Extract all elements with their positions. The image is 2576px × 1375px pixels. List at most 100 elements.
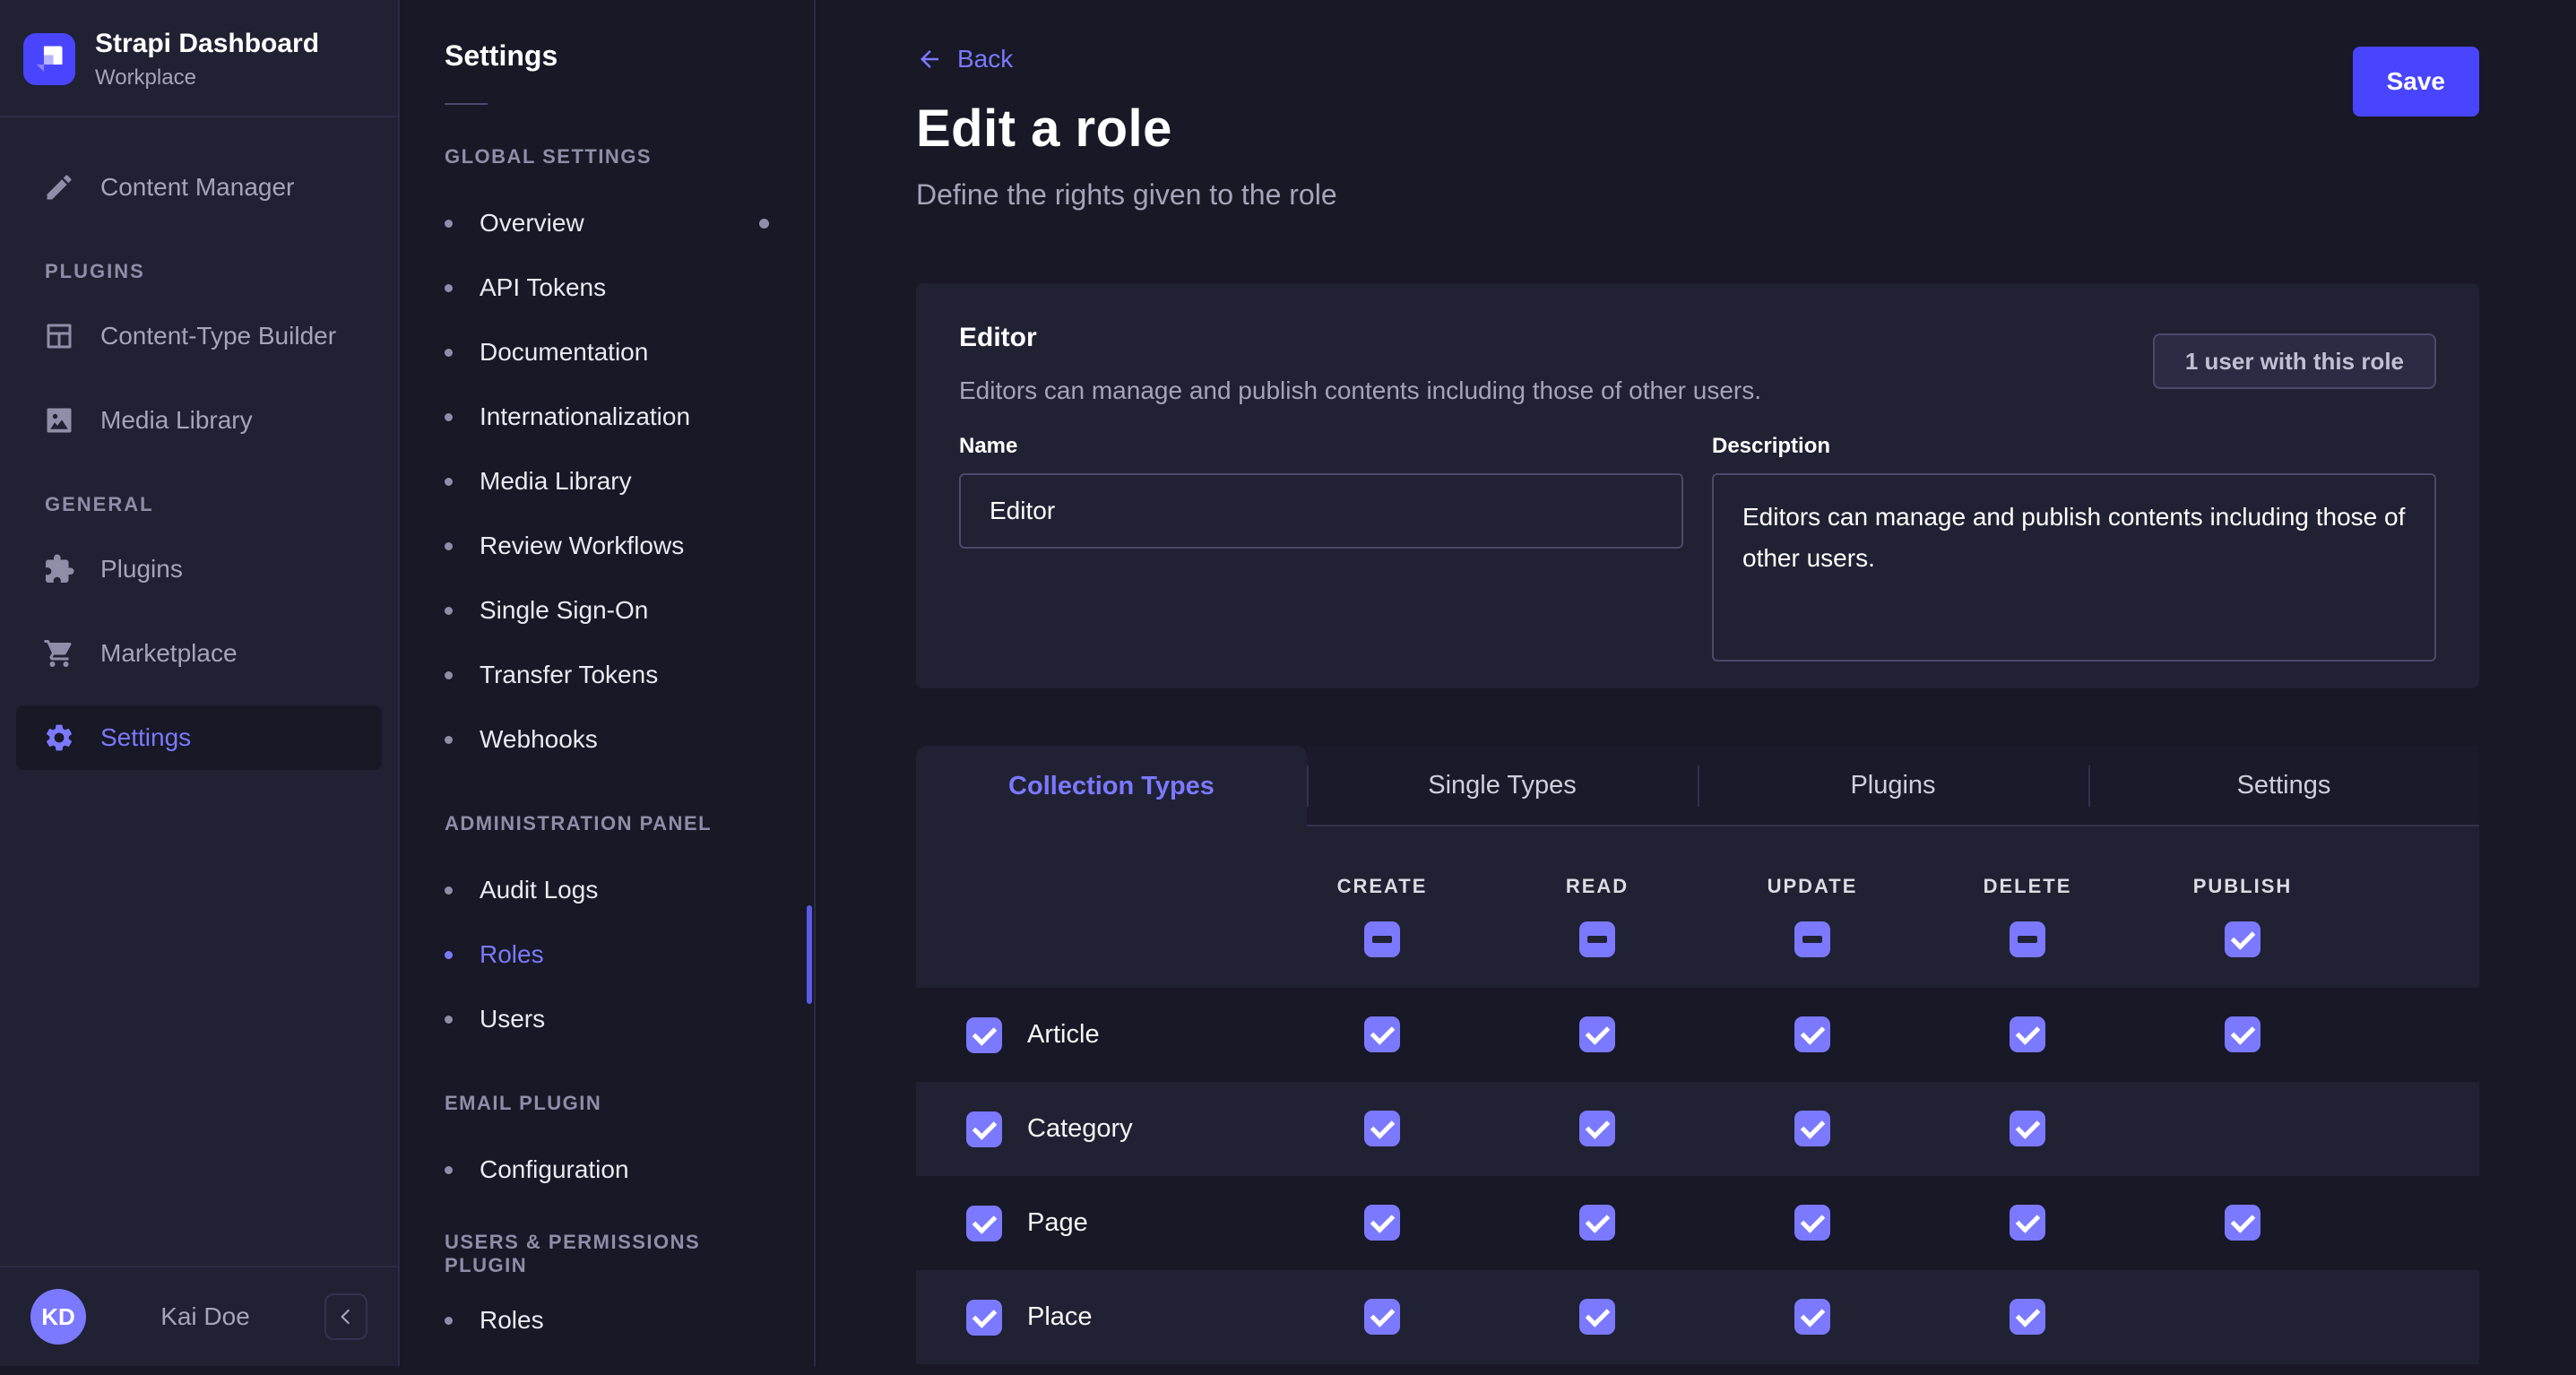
- permission-checkbox-page-delete[interactable]: [2010, 1205, 2045, 1241]
- tab-label: Settings: [2237, 771, 2331, 800]
- column-header-read: READ: [1566, 875, 1629, 898]
- permissions-table-header: CREATEREADUPDATEDELETEPUBLISH: [916, 826, 2479, 988]
- permission-checkbox-article-delete[interactable]: [2010, 1016, 2045, 1052]
- subnav-item-label: Users: [480, 1005, 545, 1033]
- tab-label: Collection Types: [1008, 772, 1215, 801]
- subnav-item-global-settings-review-workflows[interactable]: Review Workflows: [400, 514, 814, 578]
- back-label: Back: [957, 45, 1013, 74]
- subnav-title: Settings: [400, 0, 814, 73]
- name-field-label: Name: [959, 434, 1683, 459]
- subnav-item-label: API Tokens: [480, 273, 606, 302]
- sidebar-collapse-button[interactable]: [324, 1293, 367, 1340]
- permission-checkbox-category-update[interactable]: [1794, 1111, 1830, 1146]
- tab-settings[interactable]: Settings: [2088, 746, 2479, 826]
- master-checkbox-publish[interactable]: [2225, 921, 2260, 957]
- permission-checkbox-place-delete[interactable]: [2010, 1299, 2045, 1335]
- main-content: Back Edit a role Define the rights given…: [816, 0, 2576, 1366]
- permission-checkbox-article-read[interactable]: [1579, 1016, 1615, 1052]
- bullet-icon: [445, 671, 453, 679]
- permission-checkbox-category-read[interactable]: [1579, 1111, 1615, 1146]
- bullet-icon: [445, 951, 453, 959]
- subnav-item-email-plugin-configuration[interactable]: Configuration: [400, 1137, 814, 1202]
- avatar[interactable]: KD: [30, 1289, 86, 1345]
- subnav-item-global-settings-single-sign-on[interactable]: Single Sign-On: [400, 578, 814, 643]
- nav-section-header-general: GENERAL: [16, 492, 382, 517]
- subnav-item-global-settings-webhooks[interactable]: Webhooks: [400, 707, 814, 772]
- master-checkbox-update[interactable]: [1794, 921, 1830, 957]
- subnav-item-global-settings-overview[interactable]: Overview: [400, 191, 814, 255]
- sidebar-item-content-type-builder[interactable]: Content-Type Builder: [16, 304, 382, 368]
- subnav-item-administration-panel-roles[interactable]: Roles: [400, 922, 814, 987]
- sidebar-item-plugins[interactable]: Plugins: [16, 537, 382, 601]
- sidebar-item-label: Content Manager: [100, 173, 294, 202]
- subnav-item-global-settings-media-library[interactable]: Media Library: [400, 449, 814, 514]
- content-type-builder-icon: [43, 320, 75, 352]
- description-textarea[interactable]: [1712, 473, 2436, 662]
- content-manager-icon: [43, 171, 75, 203]
- subnav-item-label: Media Library: [480, 467, 632, 496]
- permission-checkbox-place-create[interactable]: [1364, 1299, 1400, 1335]
- master-checkbox-read[interactable]: [1579, 921, 1615, 957]
- settings-subnav: Settings GLOBAL SETTINGSOverviewAPI Toke…: [400, 0, 816, 1366]
- subnav-item-label: Roles: [480, 1306, 544, 1335]
- subnav-item-administration-panel-users[interactable]: Users: [400, 987, 814, 1051]
- subnav-list-global-settings: Overview API Tokens DocumentationInternati…: [400, 191, 814, 772]
- column-header-publish: PUBLISH: [2193, 875, 2293, 898]
- permission-checkbox-article-publish[interactable]: [2225, 1016, 2260, 1052]
- bullet-icon: [445, 478, 453, 486]
- master-checkbox-create[interactable]: [1364, 921, 1400, 957]
- permission-checkbox-page-publish[interactable]: [2225, 1205, 2260, 1241]
- permission-checkbox-article-update[interactable]: [1794, 1016, 1830, 1052]
- row-checkbox-category[interactable]: [966, 1111, 1002, 1147]
- subnav-item-users-permissions-plugin-roles[interactable]: Roles: [400, 1288, 814, 1353]
- strapi-logo-icon: [23, 33, 75, 85]
- page-title: Edit a role: [916, 99, 2479, 159]
- subnav-item-global-settings-transfer-tokens[interactable]: Transfer Tokens: [400, 643, 814, 707]
- permission-checkbox-page-read[interactable]: [1579, 1205, 1615, 1241]
- permission-checkbox-category-delete[interactable]: [2010, 1111, 2045, 1146]
- tab-collection-types[interactable]: Collection Types: [916, 746, 1307, 826]
- row-checkbox-article[interactable]: [966, 1017, 1002, 1053]
- permission-checkbox-page-create[interactable]: [1364, 1205, 1400, 1241]
- permission-checkbox-place-read[interactable]: [1579, 1299, 1615, 1335]
- settings-icon: [43, 722, 75, 754]
- table-row-page: Page: [916, 1176, 2479, 1270]
- permission-checkbox-place-update[interactable]: [1794, 1299, 1830, 1335]
- name-input[interactable]: [959, 473, 1683, 549]
- users-with-role-button[interactable]: 1 user with this role: [2153, 333, 2436, 389]
- sidebar-item-media-library[interactable]: Media Library: [16, 388, 382, 453]
- row-checkbox-page[interactable]: [966, 1206, 1002, 1241]
- tab-single-types[interactable]: Single Types: [1307, 746, 1698, 826]
- back-link[interactable]: Back: [916, 43, 1013, 75]
- row-checkbox-place[interactable]: [966, 1300, 1002, 1336]
- subnav-item-administration-panel-audit-logs[interactable]: Audit Logs: [400, 858, 814, 922]
- arrow-left-icon: [916, 46, 943, 73]
- tab-plugins[interactable]: Plugins: [1698, 746, 2088, 826]
- sidebar-item-marketplace[interactable]: Marketplace: [16, 621, 382, 686]
- row-label-place: Place: [1027, 1302, 1093, 1332]
- sidebar-item-settings[interactable]: Settings: [16, 705, 382, 770]
- tab-label: Single Types: [1428, 771, 1577, 800]
- brand[interactable]: Strapi Dashboard Workplace: [0, 0, 398, 116]
- subnav-item-label: Single Sign-On: [480, 596, 648, 625]
- bullet-icon: [445, 607, 453, 615]
- navbar-menu: Content ManagerPLUGINSContent-Type Build…: [0, 117, 398, 770]
- permission-checkbox-category-create[interactable]: [1364, 1111, 1400, 1146]
- sidebar-item-label: Content-Type Builder: [100, 322, 336, 350]
- subnav-item-global-settings-api-tokens[interactable]: API Tokens: [400, 255, 814, 320]
- subnav-item-label: Transfer Tokens: [480, 661, 658, 689]
- permission-checkbox-article-create[interactable]: [1364, 1016, 1400, 1052]
- save-button[interactable]: Save: [2353, 47, 2479, 117]
- bullet-icon: [445, 736, 453, 744]
- sidebar-item-content-manager[interactable]: Content Manager: [16, 155, 382, 220]
- bullet-icon: [445, 220, 453, 228]
- subnav-scrollbar-thumb[interactable]: [807, 905, 812, 1004]
- permissions-tablist: Collection Types Single Types Plugins Setti…: [916, 746, 2479, 826]
- subnav-item-global-settings-internationalization[interactable]: Internationalization: [400, 385, 814, 449]
- sidebar-item-label: Settings: [100, 723, 191, 752]
- marketplace-icon: [43, 637, 75, 670]
- subnav-item-global-settings-documentation[interactable]: Documentation: [400, 320, 814, 385]
- permission-checkbox-page-update[interactable]: [1794, 1205, 1830, 1241]
- master-checkbox-delete[interactable]: [2010, 921, 2045, 957]
- bullet-icon: [445, 284, 453, 292]
